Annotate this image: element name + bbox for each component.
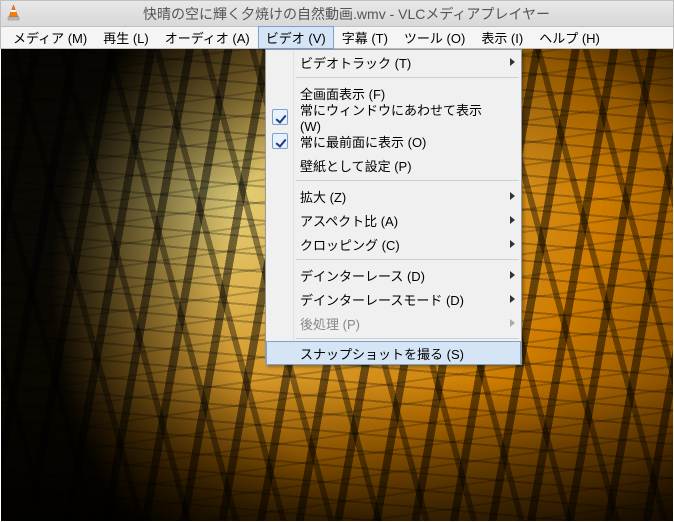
- submenu-arrow-icon: [510, 319, 515, 327]
- menuitem-label: スナップショットを撮る (S): [300, 344, 464, 363]
- menuitem-label: デインターレース (D): [300, 266, 425, 285]
- menu-video[interactable]: ビデオ (V): [258, 26, 334, 49]
- check-icon: [272, 133, 288, 149]
- menuitem-aspect-ratio[interactable]: アスペクト比 (A): [266, 208, 521, 232]
- menuitem-always-on-top[interactable]: 常に最前面に表示 (O): [266, 129, 521, 153]
- menu-playback[interactable]: 再生 (L): [95, 26, 157, 49]
- menu-view[interactable]: 表示 (I): [473, 26, 531, 49]
- menu-separator: [296, 180, 519, 181]
- menuitem-label: クロッピング (C): [300, 235, 400, 254]
- menuitem-label: 常に最前面に表示 (O): [300, 132, 426, 151]
- menuitem-set-wallpaper[interactable]: 壁紙として設定 (P): [266, 153, 521, 177]
- menu-separator: [296, 338, 519, 339]
- menu-separator: [296, 77, 519, 78]
- menuitem-deinterlace-mode[interactable]: デインターレースモード (D): [266, 287, 521, 311]
- menuitem-crop[interactable]: クロッピング (C): [266, 232, 521, 256]
- menuitem-take-snapshot[interactable]: スナップショットを撮る (S): [266, 341, 521, 365]
- menu-bar: メディア (M) 再生 (L) オーディオ (A) ビデオ (V) 字幕 (T)…: [0, 27, 674, 49]
- menuitem-label: 後処理 (P): [300, 314, 360, 333]
- menu-tools[interactable]: ツール (O): [396, 26, 473, 49]
- check-icon: [272, 109, 288, 125]
- menuitem-video-track[interactable]: ビデオトラック (T): [266, 50, 521, 74]
- submenu-arrow-icon: [510, 216, 515, 224]
- menu-media[interactable]: メディア (M): [5, 26, 95, 49]
- title-bar: 快晴の空に輝く夕焼けの自然動画.wmv - VLCメディアプレイヤー: [0, 0, 674, 27]
- menuitem-label: 壁紙として設定 (P): [300, 156, 412, 175]
- menuitem-label: 拡大 (Z): [300, 187, 346, 206]
- menuitem-label: デインターレースモード (D): [300, 290, 464, 309]
- submenu-arrow-icon: [510, 271, 515, 279]
- menu-help[interactable]: ヘルプ (H): [531, 26, 608, 49]
- menu-audio[interactable]: オーディオ (A): [157, 26, 258, 49]
- submenu-arrow-icon: [510, 58, 515, 66]
- app-icon: [5, 4, 22, 24]
- menuitem-post-processing: 後処理 (P): [266, 311, 521, 335]
- menuitem-label: アスペクト比 (A): [300, 211, 398, 230]
- submenu-arrow-icon: [510, 295, 515, 303]
- window-title: 快晴の空に輝く夕焼けの自然動画.wmv - VLCメディアプレイヤー: [24, 4, 669, 24]
- submenu-arrow-icon: [510, 240, 515, 248]
- menu-subtitle[interactable]: 字幕 (T): [334, 26, 396, 49]
- menuitem-deinterlace[interactable]: デインターレース (D): [266, 263, 521, 287]
- submenu-arrow-icon: [510, 192, 515, 200]
- menuitem-zoom[interactable]: 拡大 (Z): [266, 184, 521, 208]
- menuitem-label: ビデオトラック (T): [300, 53, 411, 72]
- menu-separator: [296, 259, 519, 260]
- video-menu-dropdown: ビデオトラック (T) 全画面表示 (F) 常にウィンドウにあわせて表示 (W)…: [265, 49, 522, 365]
- menuitem-fit-window[interactable]: 常にウィンドウにあわせて表示 (W): [266, 105, 521, 129]
